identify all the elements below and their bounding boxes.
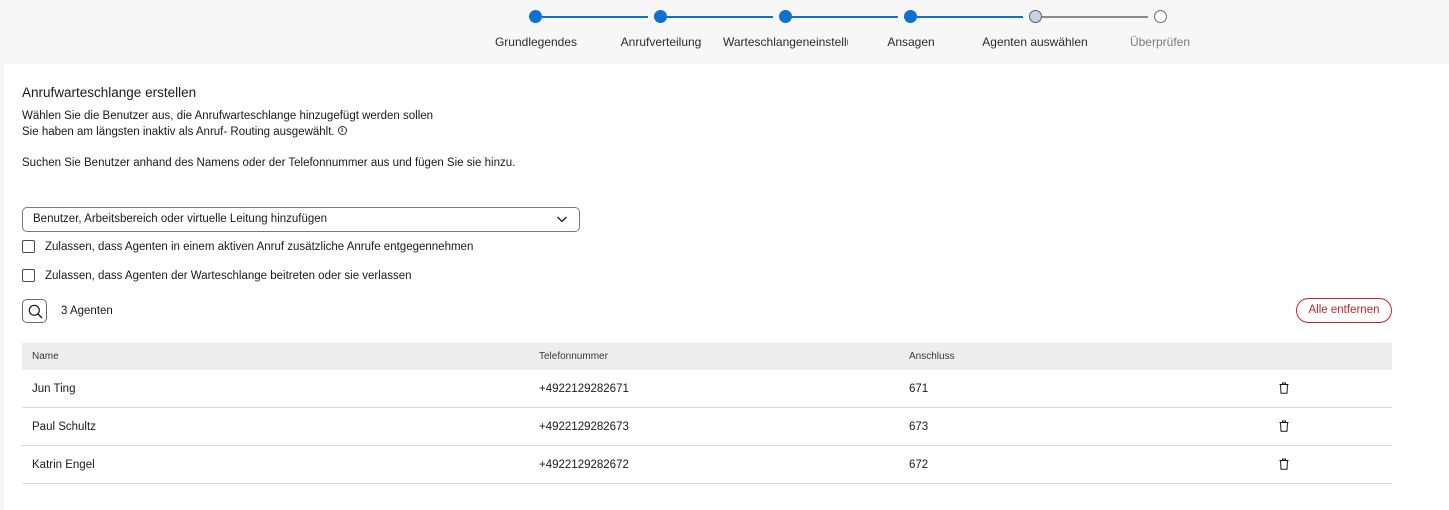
- step-dot-anrufverteilung[interactable]: [654, 10, 667, 23]
- step-connector: [1042, 16, 1148, 18]
- cell-phone: +4922129282673: [539, 421, 629, 433]
- checkbox-row-additional-calls: Zulassen, dass Agenten in einem aktiven …: [22, 240, 473, 253]
- step-dot-agenten-auswaehlen[interactable]: [1029, 10, 1042, 23]
- checkbox-label: Zulassen, dass Agenten der Warteschlange…: [45, 269, 412, 282]
- routing-description: Sie haben am längsten inaktiv als Anruf-…: [22, 126, 335, 138]
- checkbox-additional-calls[interactable]: [22, 240, 35, 253]
- cell-name: Jun Ting: [32, 383, 76, 395]
- cell-name: Paul Schultz: [32, 421, 96, 433]
- trash-icon[interactable]: [1279, 382, 1289, 394]
- column-header-phone[interactable]: Telefonnummer: [539, 351, 608, 362]
- step-connector: [917, 16, 1023, 18]
- search-button[interactable]: [22, 299, 47, 323]
- step-label: Grundlegendes: [494, 35, 578, 49]
- agents-count: 3 Agenten: [61, 305, 113, 317]
- cell-extension: 672: [909, 459, 929, 471]
- cell-extension: 671: [909, 383, 929, 395]
- cell-extension: 673: [909, 421, 929, 433]
- table-row: Jun Ting +4922129282671 671: [22, 370, 1392, 408]
- table-header: Name Telefonnummer Anschluss: [22, 343, 1392, 370]
- step-label: Agenten auswählen: [982, 35, 1088, 49]
- add-user-dropdown[interactable]: Benutzer, Arbeitsbereich oder virtuelle …: [22, 207, 580, 232]
- remove-all-button[interactable]: Alle entfernen: [1296, 298, 1392, 323]
- step-connector: [542, 16, 648, 18]
- checkbox-label: Zulassen, dass Agenten in einem aktiven …: [45, 240, 474, 253]
- search-hint: Suchen Sie Benutzer anhand des Namens od…: [22, 157, 516, 169]
- cell-phone: +4922129282672: [539, 459, 629, 471]
- description-line: Sie haben am längsten inaktiv als Anruf-…: [22, 126, 347, 138]
- table-row: Paul Schultz +4922129282673 673: [22, 408, 1392, 446]
- step-dot-ansagen[interactable]: [904, 10, 917, 23]
- step-dot-ueberpruefen: [1154, 10, 1167, 23]
- step-label: Ansagen: [887, 35, 935, 49]
- chevron-down-icon: [557, 216, 567, 223]
- checkbox-row-join-leave: Zulassen, dass Agenten der Warteschlange…: [22, 269, 412, 282]
- trash-icon[interactable]: [1279, 458, 1289, 470]
- trash-icon[interactable]: [1279, 420, 1289, 432]
- column-header-extension[interactable]: Anschluss: [909, 351, 955, 362]
- content-card: Anrufwarteschlange erstellen Wählen Sie …: [4, 64, 1449, 510]
- step-label: Überprüfen: [1129, 35, 1191, 49]
- cell-phone: +4922129282671: [539, 383, 629, 395]
- step-dot-grundlegendes[interactable]: [529, 10, 542, 23]
- column-header-name[interactable]: Name: [32, 351, 59, 362]
- step-connector: [792, 16, 898, 18]
- info-icon[interactable]: i: [337, 126, 347, 135]
- agents-table: Name Telefonnummer Anschluss Jun Ting +4…: [22, 343, 1392, 484]
- dropdown-placeholder: Benutzer, Arbeitsbereich oder virtuelle …: [33, 213, 328, 225]
- cell-name: Katrin Engel: [32, 459, 95, 471]
- step-label: Warteschlangeneinstellungen: [723, 35, 848, 49]
- step-connector: [667, 16, 773, 18]
- checkbox-join-leave[interactable]: [22, 269, 35, 282]
- search-icon: [28, 304, 43, 319]
- table-row: Katrin Engel +4922129282672 672: [22, 446, 1392, 484]
- step-dot-warteschlangeneinstellungen[interactable]: [779, 10, 792, 23]
- progress-stepper: Grundlegendes Anrufverteilung Warteschla…: [0, 0, 1449, 64]
- page-title: Anrufwarteschlange erstellen: [22, 85, 197, 100]
- description-line: Wählen Sie die Benutzer aus, die Anrufwa…: [22, 110, 434, 122]
- step-label: Anrufverteilung: [620, 35, 702, 49]
